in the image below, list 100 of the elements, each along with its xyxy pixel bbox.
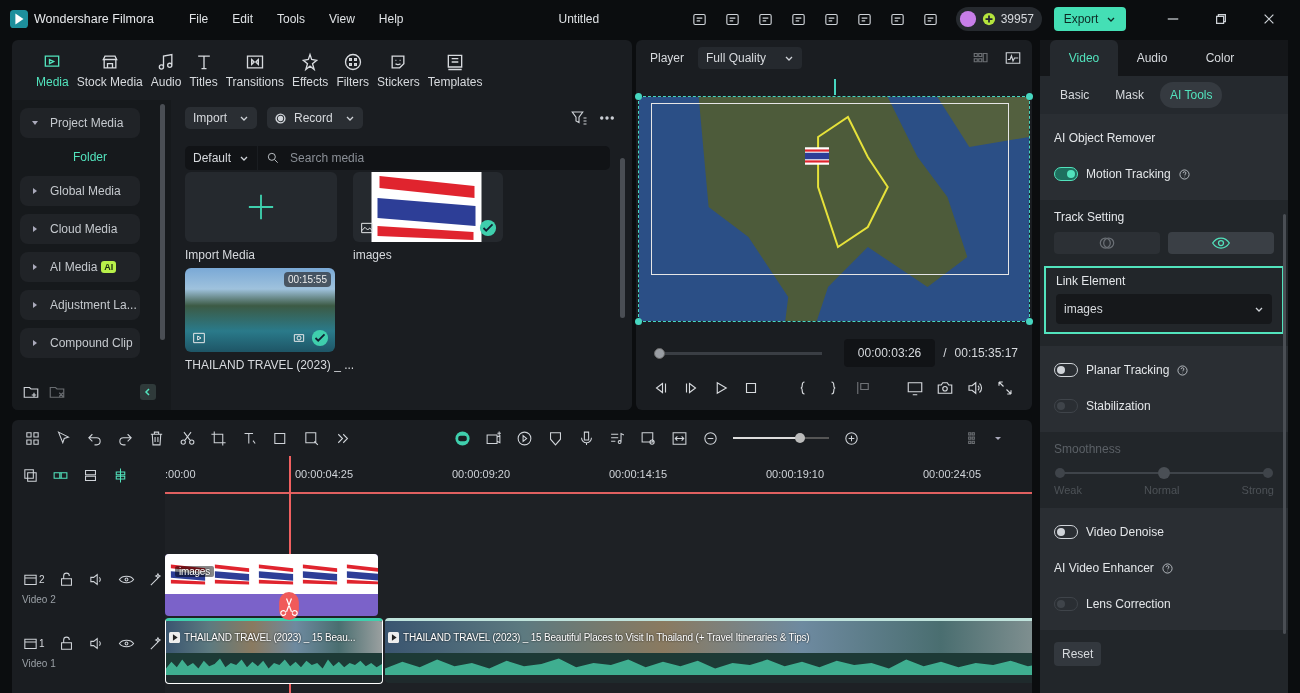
caret-down-icon[interactable] [994, 434, 1002, 442]
robot-icon[interactable] [454, 429, 471, 447]
flag-sticker[interactable] [805, 147, 829, 165]
inspector-subtab[interactable]: Mask [1105, 82, 1154, 108]
menu-item[interactable]: Edit [223, 12, 262, 26]
fullscreen-icon[interactable] [996, 379, 1014, 397]
tracking-box[interactable] [651, 103, 1009, 275]
media-category-tab[interactable]: Titles [185, 51, 222, 89]
clip-label: THAILAND TRAVEL (2023) _ 15 Beautiful Places to Visit In Thailand (+ Travel Itineraries & Tips) [403, 631, 810, 643]
zoom-slider-thumb[interactable] [795, 433, 806, 443]
document-title: Untitled [558, 12, 600, 26]
media-category-tab[interactable]: Stickers [373, 51, 424, 89]
inspector-subtab[interactable]: Basic [1050, 82, 1100, 108]
image-thumbnail[interactable] [353, 172, 503, 242]
media-category-tab[interactable]: Filters [332, 51, 374, 89]
time-ruler[interactable]: :00:00 00:00:04:25 00:00:09:20 00:00:14:15 00:00:19:10 00:00:24:05 [165, 456, 1032, 494]
scissors-icon[interactable] [179, 429, 196, 447]
waveform-monitor-icon[interactable] [1004, 49, 1022, 67]
media-category-tab[interactable]: Effects [287, 51, 333, 89]
import-media-tile[interactable] [185, 172, 337, 242]
filter-icon[interactable] [570, 109, 588, 127]
zoom-out-icon[interactable] [702, 429, 719, 447]
credits-badge[interactable]: 39957 [955, 7, 1042, 31]
search-icon [266, 151, 281, 165]
camera-plus-icon[interactable] [485, 429, 502, 447]
pointer-icon[interactable] [55, 429, 72, 447]
search-input[interactable]: Search media [288, 150, 602, 166]
inspector-tab[interactable]: Audio [1118, 40, 1186, 76]
library-item[interactable]: AI Media AI [20, 252, 140, 282]
library-item[interactable]: Global Media [20, 176, 140, 206]
add-track-icon[interactable] [22, 466, 39, 484]
field-label: Link Element [1056, 274, 1127, 288]
close-icon[interactable] [1262, 12, 1276, 26]
display-icon[interactable] [906, 379, 924, 397]
menu-item[interactable]: File [179, 12, 218, 26]
inspector-tab[interactable]: Video [1050, 40, 1118, 76]
play-icon [169, 631, 180, 643]
media-category-tab[interactable]: Media [32, 51, 73, 89]
tv-eye-icon[interactable] [640, 429, 657, 447]
resize-handle[interactable] [635, 93, 642, 100]
library-item[interactable]: Compound Clip [20, 328, 140, 358]
video-clip[interactable]: THAILAND TRAVEL (2023) _ 15 Beautiful Places to Visit In Thailand (+ Travel Itineraries & Tips) [385, 618, 1032, 683]
export-button[interactable]: Export [1054, 7, 1126, 31]
toggle-label: Video Denoise [1086, 525, 1164, 539]
inspector-tab[interactable]: Color [1186, 40, 1254, 76]
toggle-label: Planar Tracking [1086, 363, 1170, 377]
visibility-mode-button[interactable] [1168, 232, 1274, 254]
resize-handle[interactable] [1026, 318, 1033, 325]
restore-icon[interactable] [1214, 12, 1228, 26]
swap-icon[interactable] [671, 429, 688, 447]
scrollbar-thumb[interactable] [160, 104, 165, 340]
resize-handle[interactable] [635, 318, 642, 325]
video-thumbnail[interactable]: 00:15:55 [185, 268, 335, 352]
media-category-tab[interactable]: Templates [423, 51, 487, 89]
inspector-subtab[interactable]: AI Tools [1160, 82, 1223, 108]
speed-icon[interactable] [516, 429, 533, 447]
quality-dropdown[interactable]: Full Quality [698, 47, 802, 69]
library-item[interactable]: Cloud Media [20, 214, 140, 244]
trash-icon[interactable] [148, 429, 165, 447]
folder-item[interactable]: Folder [20, 146, 160, 168]
import-dropdown[interactable]: Import [185, 107, 257, 129]
microphone-icon[interactable] [578, 429, 595, 447]
record-dropdown[interactable]: Record [267, 107, 363, 129]
track-name: Video 2 [22, 594, 57, 605]
crop-icon[interactable] [210, 429, 227, 447]
element-dropdown[interactable]: images [1056, 294, 1272, 324]
caret-right-icon [31, 339, 39, 347]
zoom-in-icon[interactable] [843, 429, 860, 447]
library-item[interactable]: Adjustment La... [20, 290, 140, 320]
chevron-left-icon [143, 387, 153, 397]
track-number: 1 [39, 638, 45, 649]
sort-dropdown[interactable]: Default [185, 146, 258, 170]
help-icon[interactable] [1177, 364, 1189, 376]
media-label: Import Media [185, 248, 256, 262]
help-icon[interactable] [1178, 168, 1190, 180]
media-category-tab[interactable]: Stock Media [72, 51, 147, 89]
camera-icon[interactable] [936, 379, 954, 397]
time-separator: / [943, 346, 947, 360]
reset-button[interactable]: Reset [1054, 642, 1102, 666]
scrubber-thumb[interactable] [654, 347, 665, 359]
current-time: 00:00:03:26 [843, 339, 936, 367]
ruler-label: 00:00:14:15 [609, 468, 669, 480]
rotate-handle[interactable] [834, 79, 836, 95]
app-logo-icon [10, 10, 28, 28]
shield-icon[interactable] [547, 429, 564, 447]
volume-icon[interactable] [966, 379, 984, 397]
video-clip[interactable]: THAILAND TRAVEL (2023) _ 15 Beau... [165, 618, 383, 684]
media-category-tab[interactable]: Audio [146, 51, 186, 89]
help-icon[interactable] [1161, 562, 1173, 574]
media-category-tab[interactable]: Transitions [221, 51, 288, 89]
insert-icon[interactable] [854, 379, 872, 397]
search-field[interactable]: Search media [258, 146, 610, 170]
scrollbar-thumb[interactable] [620, 158, 625, 318]
resize-handle[interactable] [1026, 93, 1033, 100]
menu-item[interactable]: Help [369, 12, 413, 26]
collapse-button[interactable] [140, 384, 156, 400]
record-icon [275, 112, 286, 124]
menu-item[interactable]: Tools [268, 12, 314, 26]
menu-item[interactable]: View [320, 12, 364, 26]
library-item[interactable]: Project Media [20, 108, 140, 138]
